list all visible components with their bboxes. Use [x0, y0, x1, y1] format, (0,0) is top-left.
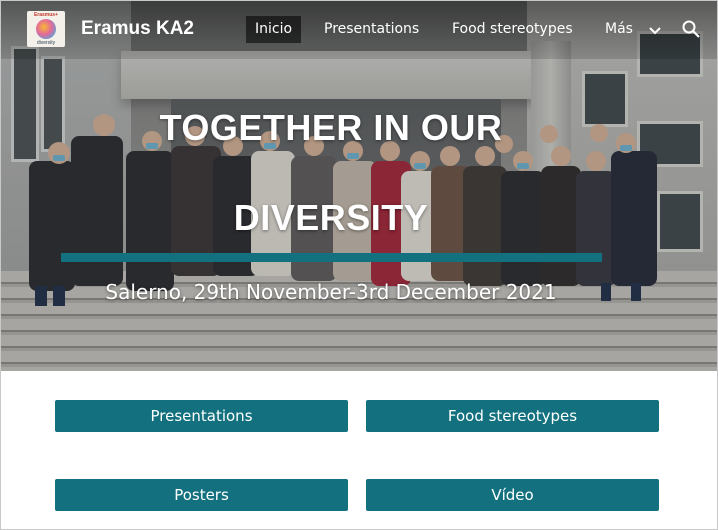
logo-text-top: Erasmus+ — [33, 12, 59, 18]
search-icon[interactable] — [681, 19, 701, 39]
nav-item-food-stereotypes[interactable]: Food stereotypes — [452, 16, 573, 43]
nav-item-inicio[interactable]: Inicio — [246, 16, 302, 43]
chevron-down-icon[interactable] — [647, 23, 663, 39]
hero-title-line-2: DIVERSITY — [233, 197, 429, 238]
video-button[interactable]: Vídeo — [366, 479, 659, 511]
hero-accent-rule — [61, 253, 602, 262]
page: TOGETHER IN OUR DIVERSITY Salerno, 29th … — [0, 0, 718, 530]
presentations-button[interactable]: Presentations — [55, 400, 348, 432]
project-logo-icon[interactable]: Erasmus+ diversity — [27, 11, 65, 47]
posters-button[interactable]: Posters — [55, 479, 348, 511]
nav-item-mas[interactable]: Más — [605, 16, 633, 43]
logo-text-bottom: diversity — [36, 40, 56, 46]
site-title[interactable]: Eramus KA2 — [81, 18, 194, 40]
logo-globe — [36, 19, 56, 39]
food-stereotypes-button[interactable]: Food stereotypes — [366, 400, 659, 432]
top-navigation-bar: Erasmus+ diversity Eramus KA2 Inicio Pre… — [1, 1, 717, 59]
hero-subtitle: Salerno, 29th November-3rd December 2021 — [105, 280, 557, 304]
hero-title-line-1: TOGETHER IN OUR — [159, 107, 503, 148]
nav-item-presentations[interactable]: Presentations — [324, 16, 419, 43]
